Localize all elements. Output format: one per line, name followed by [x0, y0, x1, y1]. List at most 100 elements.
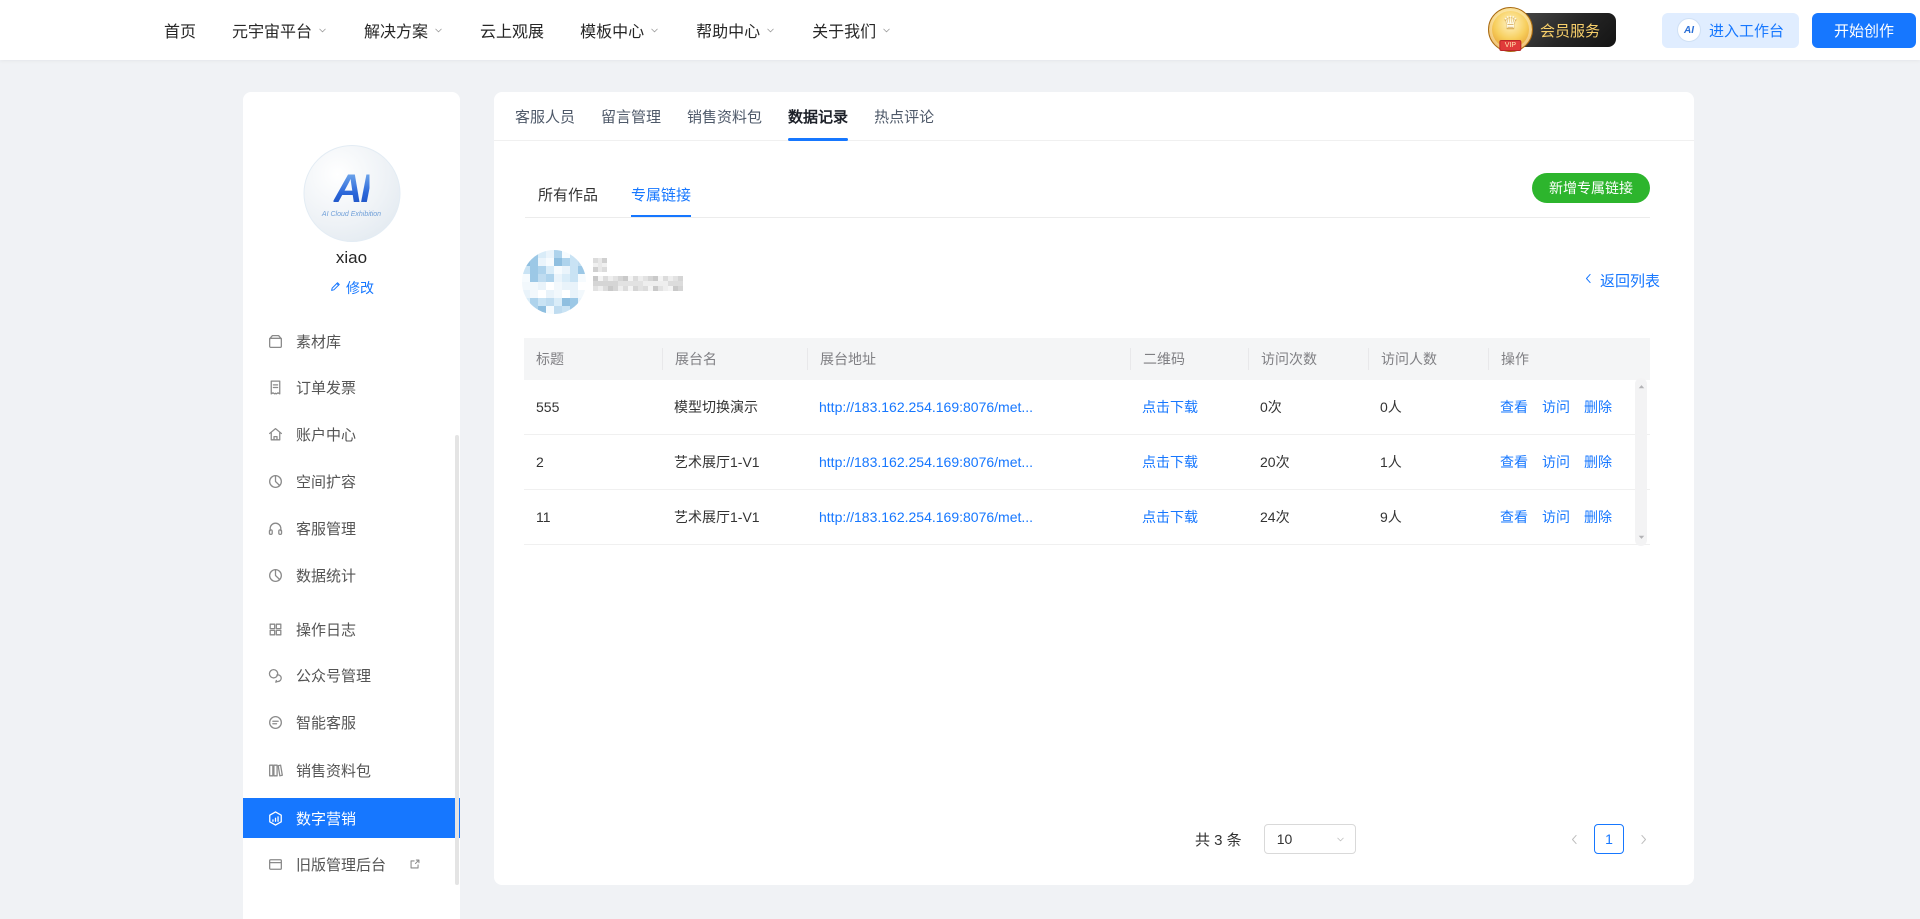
edit-profile-label: 修改	[346, 278, 374, 298]
enter-workspace-button[interactable]: AI 进入工作台	[1662, 13, 1799, 48]
booth-url-link[interactable]: http://183.162.254.169:8076/met...	[819, 454, 1033, 470]
cell-booth-url: http://183.162.254.169:8076/met...	[807, 454, 1130, 470]
tab[interactable]: 客服人员	[515, 92, 575, 140]
sidebar-item-label: 客服管理	[296, 518, 356, 539]
page-size-select[interactable]: 10	[1264, 824, 1356, 854]
invoice-icon	[267, 379, 284, 396]
data-table: 标题展台名展台地址二维码访问次数访问人数操作 555模型切换演示 http://1…	[524, 338, 1650, 545]
avatar-caption: AI Cloud Exhibition	[322, 211, 381, 218]
main-panel: 客服人员留言管理销售资料包数据记录热点评论 所有作品专属链接 新增专属链接 返回…	[494, 92, 1694, 885]
sidebar-item[interactable]: 销售资料包	[243, 750, 460, 790]
sidebar-item-label: 销售资料包	[296, 760, 371, 781]
cell-visitor-count: 0人	[1368, 397, 1488, 417]
sidebar-item[interactable]: 客服管理	[243, 508, 460, 548]
sidebar-item[interactable]: 素材库	[243, 330, 460, 361]
tab[interactable]: 留言管理	[601, 92, 661, 140]
view-action-link[interactable]: 查看	[1500, 507, 1528, 527]
qr-download-link[interactable]: 点击下载	[1142, 509, 1198, 525]
sidebar-item[interactable]: 账户中心	[243, 414, 460, 454]
column-header: 访问次数	[1248, 348, 1368, 370]
visit-action-link[interactable]: 访问	[1542, 452, 1570, 472]
prev-page-icon[interactable]	[1568, 833, 1581, 846]
view-action-link[interactable]: 查看	[1500, 452, 1528, 472]
sidebar: AI AI Cloud Exhibition xiao 修改 素材库订单发票账户…	[243, 92, 460, 919]
sidebar-item[interactable]: 旧版管理后台	[243, 844, 460, 884]
view-action-link[interactable]: 查看	[1500, 397, 1528, 417]
pencil-icon	[329, 280, 342, 296]
nav-item-label: 解决方案	[364, 18, 428, 42]
start-creating-button[interactable]: 开始创作	[1812, 13, 1916, 48]
table-scrollbar[interactable]	[1635, 378, 1647, 546]
qr-download-link[interactable]: 点击下载	[1142, 454, 1198, 470]
scroll-down-icon[interactable]	[1636, 532, 1647, 543]
cell-booth-name: 模型切换演示	[662, 397, 807, 417]
subtab[interactable]: 所有作品	[538, 172, 598, 217]
cell-qr-code: 点击下载	[1130, 397, 1248, 417]
username: xiao	[243, 248, 460, 268]
visit-action-link[interactable]: 访问	[1542, 507, 1570, 527]
pixelated-name	[593, 258, 607, 272]
subtab-divider	[525, 217, 1650, 218]
cell-actions: 查看访问删除	[1488, 507, 1650, 527]
member-service-badge[interactable]: ♛ VIP 会员服务	[1508, 13, 1616, 47]
topbar-right: ♛ VIP 会员服务 AI 进入工作台 开始创作	[1508, 13, 1916, 48]
nav-item[interactable]: 帮助中心	[696, 18, 776, 42]
column-header: 访问人数	[1368, 348, 1488, 370]
box-icon	[267, 333, 284, 350]
table-header: 标题展台名展台地址二维码访问次数访问人数操作	[524, 338, 1650, 380]
cell-visitor-count: 9人	[1368, 507, 1488, 527]
topnav: 首页 元宇宙平台 解决方案 云上观展 模板中心 帮助中心 关于我们	[164, 18, 892, 42]
sidebar-item-label: 素材库	[296, 331, 341, 352]
pixelated-id	[593, 276, 683, 291]
tab[interactable]: 数据记录	[788, 92, 848, 140]
qr-download-link[interactable]: 点击下载	[1142, 399, 1198, 415]
booth-url-link[interactable]: http://183.162.254.169:8076/met...	[819, 399, 1033, 415]
add-exclusive-link-button[interactable]: 新增专属链接	[1532, 173, 1650, 203]
cell-booth-url: http://183.162.254.169:8076/met...	[807, 399, 1130, 415]
books-icon	[267, 762, 284, 779]
nav-item[interactable]: 关于我们	[812, 18, 892, 42]
pie-chart-icon	[267, 567, 284, 584]
tab[interactable]: 销售资料包	[687, 92, 762, 140]
avatar: AI AI Cloud Exhibition	[303, 145, 400, 242]
visit-action-link[interactable]: 访问	[1542, 397, 1570, 417]
chevron-left-icon	[1582, 272, 1595, 289]
edit-profile-link[interactable]: 修改	[243, 278, 460, 298]
delete-action-link[interactable]: 删除	[1584, 452, 1612, 472]
total-count-label: 共 3 条	[1195, 829, 1242, 850]
nav-item[interactable]: 元宇宙平台	[232, 18, 328, 42]
pagination: 共 3 条 10 1	[1195, 823, 1650, 855]
sidebar-item[interactable]: 数字营销	[243, 798, 460, 838]
cell-title: 555	[524, 399, 662, 415]
booth-url-link[interactable]: http://183.162.254.169:8076/met...	[819, 509, 1033, 525]
sidebar-item-label: 旧版管理后台	[296, 854, 386, 875]
sidebar-item[interactable]: 公众号管理	[243, 655, 460, 695]
nav-item-label: 云上观展	[480, 18, 544, 42]
ai-logo-icon: AI	[1677, 18, 1701, 42]
sidebar-item[interactable]: 智能客服	[243, 702, 460, 742]
next-page-icon[interactable]	[1637, 833, 1650, 846]
cell-visitor-count: 1人	[1368, 452, 1488, 472]
delete-action-link[interactable]: 删除	[1584, 397, 1612, 417]
sidebar-item[interactable]: 操作日志	[243, 609, 460, 649]
sidebar-item[interactable]: 空间扩容	[243, 461, 460, 501]
current-page-button[interactable]: 1	[1594, 824, 1624, 854]
nav-item[interactable]: 云上观展	[480, 18, 544, 42]
sidebar-item[interactable]: 订单发票	[243, 367, 460, 407]
chevron-down-icon	[649, 25, 660, 36]
back-to-list-link[interactable]: 返回列表	[1582, 270, 1660, 291]
sidebar-item[interactable]: 数据统计	[243, 555, 460, 595]
delete-action-link[interactable]: 删除	[1584, 507, 1612, 527]
nav-item[interactable]: 解决方案	[364, 18, 444, 42]
tab[interactable]: 热点评论	[874, 92, 934, 140]
headset-icon	[267, 520, 284, 537]
window-icon	[267, 856, 284, 873]
scroll-up-icon[interactable]	[1636, 381, 1647, 392]
chevron-down-icon	[433, 25, 444, 36]
cell-booth-name: 艺术展厅1-V1	[662, 452, 807, 472]
nav-item[interactable]: 首页	[164, 18, 196, 42]
sidebar-scrollbar[interactable]	[455, 435, 459, 885]
back-to-list-label: 返回列表	[1600, 270, 1660, 291]
subtab[interactable]: 专属链接	[631, 172, 691, 217]
nav-item[interactable]: 模板中心	[580, 18, 660, 42]
